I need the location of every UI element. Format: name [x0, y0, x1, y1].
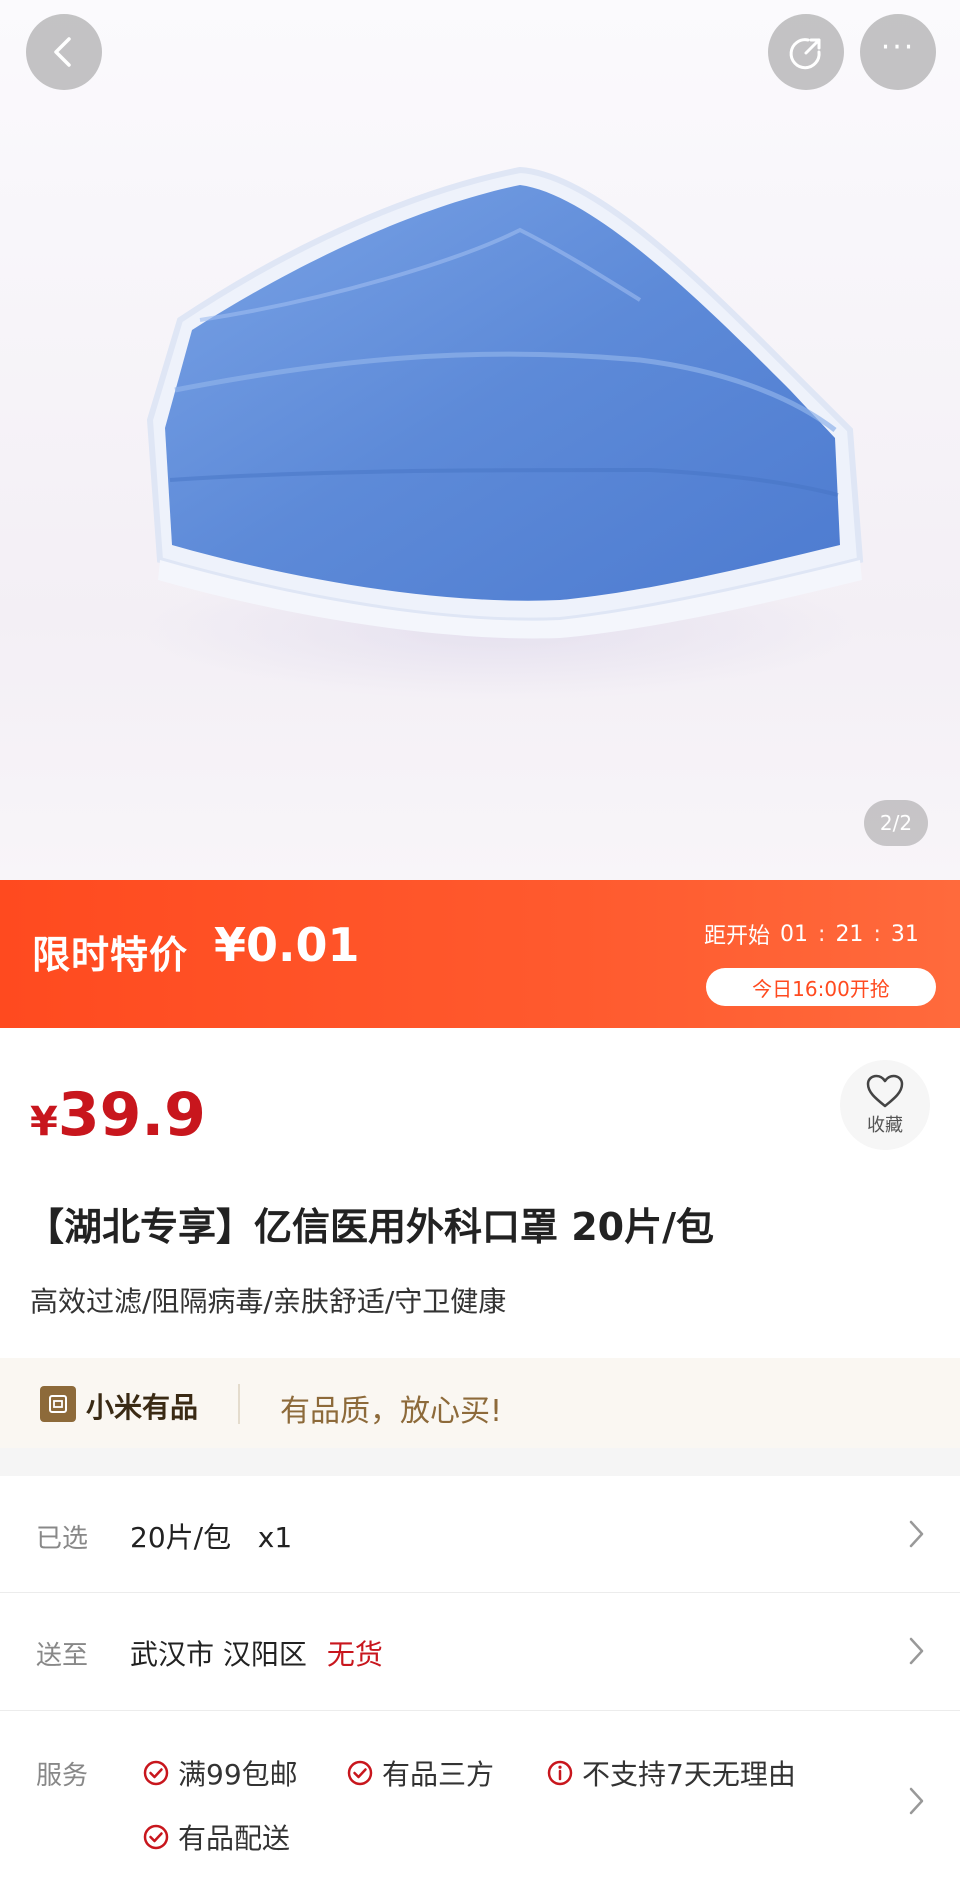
chevron-right-icon: [909, 1787, 924, 1815]
more-icon: ···: [880, 30, 916, 65]
chevron-right-icon: [909, 1520, 924, 1548]
heart-icon: [866, 1074, 904, 1108]
service-item-label: 有品三方: [382, 1758, 495, 1791]
selected-value: 20片/包 x1: [130, 1521, 293, 1554]
countdown-separator: :: [873, 921, 881, 947]
selected-label: 已选: [36, 1524, 89, 1554]
service-label: 服务: [36, 1761, 89, 1791]
delivery-address: 武汉市 汉阳区 无货: [130, 1633, 383, 1673]
brand-strip[interactable]: 小米有品 有品质，放心买!: [0, 1358, 960, 1448]
brand-slogan: 有品质，放心买!: [280, 1394, 503, 1429]
surgical-mask-image: [146, 166, 864, 639]
service-row[interactable]: 服务 满99包邮 有品三方 不支持7天无理由 有品配送: [0, 1711, 960, 1891]
chevron-left-icon: [54, 37, 71, 67]
share-icon: [789, 38, 821, 70]
delivery-label: 送至: [36, 1641, 89, 1671]
currency-symbol: ¥: [30, 1099, 58, 1145]
flash-sale-price: ¥0.01: [214, 918, 360, 972]
service-item: 满99包邮: [142, 1753, 298, 1793]
section-gap: [0, 1448, 960, 1476]
countdown-hours: 01: [780, 921, 809, 947]
check-circle-icon: [143, 1824, 169, 1850]
youpin-logo-icon: [40, 1386, 76, 1422]
product-image-gallery[interactable]: ··· 2/2: [0, 0, 960, 880]
check-circle-icon: [143, 1760, 169, 1786]
info-circle-icon: [547, 1760, 573, 1786]
service-item: 有品配送: [142, 1817, 290, 1857]
countdown: 距开始 01 : 21 : 31: [704, 918, 919, 950]
service-item-label: 满99包邮: [178, 1758, 298, 1791]
countdown-label: 距开始: [704, 924, 771, 949]
stock-status: 无货: [326, 1638, 383, 1671]
brand-name: 小米有品: [86, 1391, 199, 1424]
countdown-minutes: 21: [835, 921, 864, 947]
back-button[interactable]: [26, 14, 102, 90]
countdown-separator: :: [818, 921, 826, 947]
share-button[interactable]: [768, 14, 844, 90]
service-item-label: 有品配送: [178, 1822, 291, 1855]
delivery-row[interactable]: 送至 武汉市 汉阳区 无货: [0, 1593, 960, 1709]
favorite-button[interactable]: 收藏: [840, 1060, 930, 1150]
divider: [238, 1384, 240, 1424]
service-item: 有品三方: [346, 1753, 494, 1793]
product-title: 【湖北专享】亿信医用外科口罩 20片/包: [26, 1205, 714, 1249]
service-item-label: 不支持7天无理由: [582, 1758, 796, 1791]
chevron-right-icon: [909, 1637, 924, 1665]
product-subtitle: 高效过滤/阻隔病毒/亲肤舒适/守卫健康: [30, 1285, 507, 1318]
price-value: 39.9: [57, 1080, 206, 1150]
service-item: 不支持7天无理由: [546, 1753, 796, 1793]
flash-sale-banner: 限时特价 ¥0.01 距开始 01 : 21 : 31 今日16:00开抢: [0, 880, 960, 1028]
countdown-seconds: 31: [890, 921, 919, 947]
start-time-badge: 今日16:00开抢: [706, 968, 936, 1006]
check-circle-icon: [347, 1760, 373, 1786]
flash-sale-label: 限时特价: [32, 933, 189, 977]
favorite-label: 收藏: [867, 1115, 903, 1136]
product-price: ¥39.9: [30, 1080, 206, 1150]
delivery-location: 武汉市 汉阳区: [130, 1638, 307, 1671]
gallery-pager: 2/2: [864, 800, 928, 846]
selected-spec-row[interactable]: 已选 20片/包 x1: [0, 1476, 960, 1592]
more-button[interactable]: ···: [860, 14, 936, 90]
